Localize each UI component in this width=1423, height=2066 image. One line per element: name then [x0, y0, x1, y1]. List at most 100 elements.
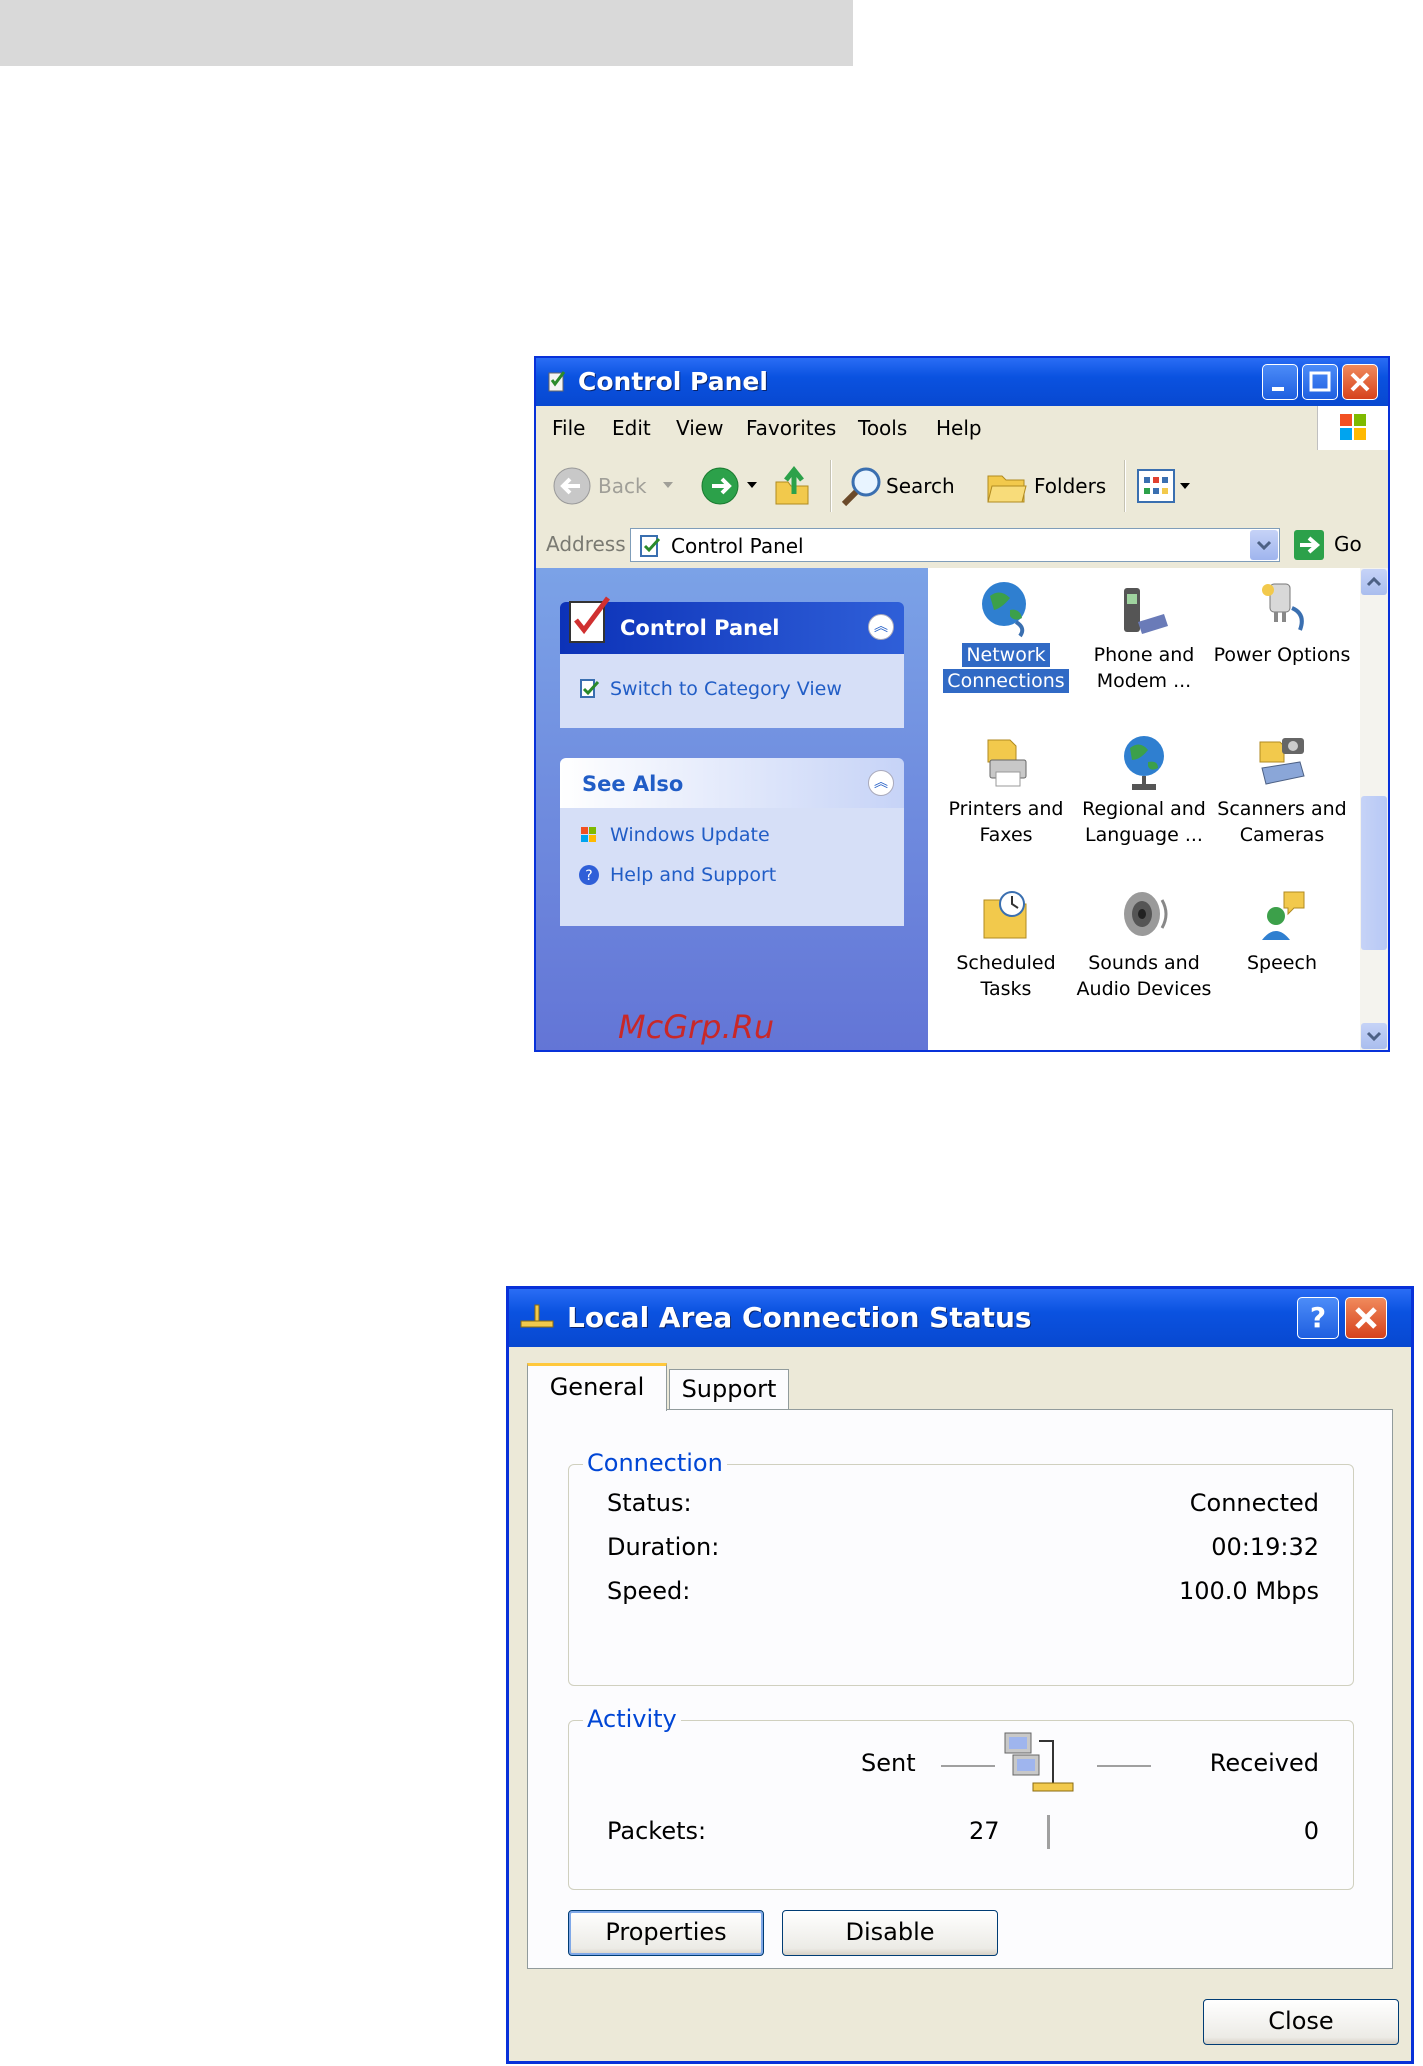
tab-support[interactable]: Support	[669, 1369, 789, 1409]
item-phone-and-modem[interactable]: Phone and Modem ...	[1074, 568, 1214, 718]
menu-bar: File Edit View Favorites Tools Help	[536, 406, 1388, 451]
close-button[interactable]	[1342, 364, 1378, 400]
scroll-thumb[interactable]	[1361, 796, 1387, 950]
control-panel-title-bar[interactable]: Control Panel	[536, 358, 1388, 406]
folders-icon[interactable]	[986, 466, 1028, 506]
up-folder-icon[interactable]	[772, 464, 812, 508]
scroll-up-button[interactable]	[1361, 569, 1387, 595]
phone-modem-icon	[1124, 588, 1168, 634]
item-scanners-and-cameras[interactable]: Scanners and Cameras	[1212, 722, 1352, 872]
item-regional-and-language[interactable]: Regional and Language ...	[1074, 722, 1214, 872]
network-connections-icon	[982, 582, 1026, 638]
menu-file[interactable]: File	[552, 416, 585, 440]
control-panel-large-icon	[569, 596, 610, 643]
minimize-icon	[1272, 387, 1284, 391]
windows-update-link[interactable]: Windows Update	[610, 824, 770, 846]
packets-sent-value: 27	[969, 1817, 1000, 1845]
sent-label: Sent	[861, 1749, 916, 1777]
address-input[interactable]: Control Panel	[630, 528, 1280, 562]
go-button[interactable]	[1294, 530, 1324, 560]
help-and-support-link[interactable]: Help and Support	[610, 864, 776, 886]
control-panel-task-header[interactable]: Control Panel ︽	[560, 596, 904, 654]
back-button-label[interactable]: Back	[598, 474, 647, 498]
packets-label: Packets:	[607, 1817, 707, 1845]
received-label: Received	[1209, 1749, 1319, 1777]
task-box-title: Control Panel	[620, 616, 780, 640]
menu-edit[interactable]: Edit	[612, 416, 651, 440]
dialog-title-bar[interactable]: Local Area Connection Status ?	[509, 1289, 1411, 1347]
speed-value: 100.0 Mbps	[1178, 1577, 1319, 1605]
question-mark-icon: ?	[1309, 1301, 1327, 1334]
properties-button[interactable]: Properties	[568, 1910, 764, 1956]
item-sounds-and-audio-devices[interactable]: Sounds and Audio Devices	[1074, 876, 1214, 1026]
back-arrow-icon[interactable]	[552, 466, 592, 506]
connection-group-title: Connection	[583, 1449, 727, 1477]
item-network-connections[interactable]: Network Connections	[936, 568, 1076, 718]
scroll-down-button[interactable]	[1361, 1023, 1387, 1049]
tab-general[interactable]: General	[527, 1363, 667, 1411]
dialog-title: Local Area Connection Status	[567, 1301, 1032, 1334]
item-label: Speech	[1247, 952, 1317, 974]
search-icon[interactable]	[840, 464, 884, 508]
back-dropdown-icon[interactable]	[662, 480, 674, 490]
received-line	[1097, 1765, 1151, 1767]
status-value: Connected	[1189, 1489, 1319, 1517]
control-panel-icon	[640, 535, 661, 557]
item-label: Phone and Modem ...	[1093, 644, 1195, 692]
see-also-body: Windows Update ? Help and Support	[560, 808, 904, 926]
see-also-box: See Also ︽ Windows Update ? Help and Sup…	[560, 758, 904, 926]
packets-divider	[1047, 1815, 1050, 1849]
menu-favorites[interactable]: Favorites	[746, 416, 836, 440]
item-scheduled-tasks[interactable]: Scheduled Tasks	[936, 876, 1076, 1026]
maximize-icon	[1309, 371, 1331, 392]
search-button-label[interactable]: Search	[886, 474, 955, 498]
menu-help[interactable]: Help	[936, 416, 982, 440]
item-label: Printers and Faxes	[948, 798, 1064, 846]
toolbar-separator	[1124, 460, 1126, 512]
forward-arrow-icon[interactable]	[700, 466, 740, 506]
local-area-connection-status-dialog: Local Area Connection Status ? General S…	[506, 1286, 1414, 2064]
watermark: McGrp.Ru	[618, 1008, 775, 1046]
svg-text:?: ?	[585, 868, 592, 884]
see-also-header[interactable]: See Also ︽	[560, 758, 904, 808]
activity-group-title: Activity	[583, 1705, 681, 1733]
item-power-options[interactable]: Power Options	[1212, 568, 1352, 718]
menu-view[interactable]: View	[676, 416, 723, 440]
item-speech[interactable]: Speech	[1212, 876, 1352, 1026]
dialog-close-x-button[interactable]	[1345, 1297, 1387, 1339]
vertical-scrollbar[interactable]	[1360, 568, 1388, 1050]
task-box-body: Switch to Category View	[560, 654, 904, 728]
collapse-button[interactable]: ︽	[868, 770, 894, 796]
item-printers-and-faxes[interactable]: Printers and Faxes	[936, 722, 1076, 872]
activity-group: Activity Sent Received Packets: 27 0	[568, 1705, 1354, 1890]
control-panel-window: Control Panel File Edit View Favorites T…	[534, 356, 1390, 1052]
collapse-button[interactable]: ︽	[868, 614, 894, 640]
control-panel-small-icon	[580, 679, 600, 698]
close-button[interactable]: Close	[1203, 1999, 1399, 2045]
minimize-button[interactable]	[1262, 364, 1298, 400]
address-dropdown-button[interactable]	[1250, 530, 1278, 560]
scheduled-tasks-icon	[983, 891, 1027, 939]
task-pane: Control Panel ︽ Switch to Category View …	[536, 568, 928, 1050]
close-icon	[1350, 372, 1370, 392]
chevron-down-icon	[1366, 1031, 1382, 1042]
item-label: Scheduled Tasks	[956, 952, 1056, 1000]
address-value: Control Panel	[671, 534, 804, 558]
folders-button-label[interactable]: Folders	[1034, 474, 1106, 498]
speaker-icon	[1124, 892, 1168, 936]
views-icon[interactable]	[1136, 468, 1196, 504]
packets-received-value: 0	[1303, 1817, 1319, 1845]
address-bar: Address Control Panel Go	[536, 522, 1388, 569]
help-button[interactable]: ?	[1297, 1297, 1339, 1339]
network-connection-icon	[520, 1304, 554, 1328]
go-button-label[interactable]: Go	[1334, 532, 1362, 556]
control-panel-items-view: Network Connections Phone and Modem ... Po…	[928, 568, 1360, 1050]
see-also-title: See Also	[582, 772, 684, 796]
windows-flag-icon	[1340, 414, 1366, 440]
menu-tools[interactable]: Tools	[858, 416, 907, 440]
maximize-button[interactable]	[1302, 364, 1338, 400]
forward-dropdown-icon[interactable]	[746, 480, 758, 490]
speech-icon	[1262, 891, 1305, 940]
switch-to-category-view-link[interactable]: Switch to Category View	[610, 678, 842, 700]
disable-button[interactable]: Disable	[782, 1910, 998, 1956]
